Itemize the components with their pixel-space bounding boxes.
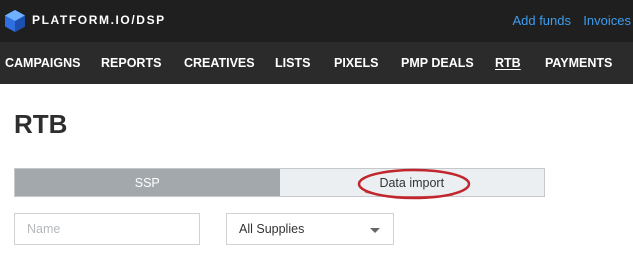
nav-item-creatives[interactable]: CREATIVES xyxy=(184,56,255,70)
nav-item-pixels[interactable]: PIXELS xyxy=(334,56,378,70)
top-bar: PLATFORM.IO/DSP Add funds Invoices xyxy=(0,0,633,42)
main-nav: CAMPAIGNS REPORTS CREATIVES LISTS PIXELS… xyxy=(0,42,633,84)
logo-text[interactable]: PLATFORM.IO/DSP xyxy=(32,13,166,27)
add-funds-link[interactable]: Add funds xyxy=(512,13,571,28)
annotation-highlight-ellipse xyxy=(357,168,471,200)
nav-item-pmp-deals[interactable]: PMP DEALS xyxy=(401,56,474,70)
name-filter-input[interactable] xyxy=(14,213,200,245)
nav-item-campaigns[interactable]: CAMPAIGNS xyxy=(5,56,80,70)
platform-logo-icon[interactable] xyxy=(5,10,25,32)
supplies-select[interactable]: All Supplies xyxy=(226,213,394,245)
page-title: RTB xyxy=(14,109,68,139)
chevron-down-icon xyxy=(370,228,380,233)
nav-item-reports[interactable]: REPORTS xyxy=(101,56,161,70)
supplies-select-value: All Supplies xyxy=(239,222,305,236)
ssp-tab[interactable]: SSP xyxy=(15,169,280,196)
nav-item-lists[interactable]: LISTS xyxy=(275,56,310,70)
invoices-link[interactable]: Invoices xyxy=(583,13,631,28)
nav-item-rtb[interactable]: RTB xyxy=(495,56,521,70)
nav-item-payments[interactable]: PAYMENTS xyxy=(545,56,612,70)
